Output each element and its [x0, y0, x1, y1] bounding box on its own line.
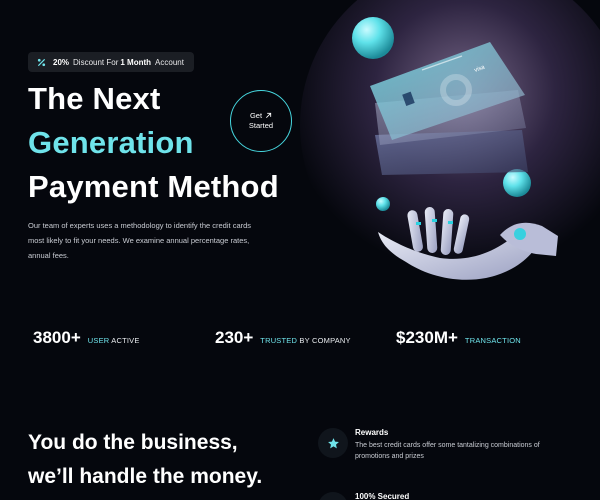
- star-icon: [318, 428, 348, 458]
- cta-label-line-2: Started: [248, 121, 274, 130]
- sphere-small: [376, 197, 390, 211]
- hero-description: Our team of experts uses a methodology t…: [28, 221, 252, 260]
- stat-value: 230+: [215, 328, 254, 347]
- percent-icon: [36, 57, 46, 67]
- badge-middle: Discount For: [73, 57, 119, 67]
- stat-trusted-company: 230+ TRUSTED BY COMPANY: [215, 328, 351, 348]
- stat-label-rest: BY COMPANY: [299, 336, 351, 345]
- sphere-top: [352, 17, 394, 59]
- get-started-button[interactable]: Get Started: [230, 90, 292, 152]
- feature-description: The best credit cards offer some tantali…: [355, 442, 540, 460]
- stat-value: $230M+: [396, 328, 458, 347]
- section-title-line-1: You do the business,: [28, 431, 238, 454]
- stat-label-highlight: TRANSACTION: [464, 336, 521, 345]
- feature-title: Rewards: [355, 428, 389, 437]
- badge-suffix: Account: [155, 57, 184, 67]
- section-title-line-2: we’ll handle the money.: [28, 465, 263, 488]
- hero-title-line-3: Payment Method: [28, 169, 279, 204]
- badge-period: 1 Month: [120, 57, 152, 67]
- stat-user-active: 3800+ USER ACTIVE: [33, 328, 140, 348]
- arrow-up-right-icon: [266, 113, 272, 119]
- stat-label: USER ACTIVE: [88, 336, 140, 345]
- discount-badge: 20% Discount For 1 Month Account: [28, 52, 194, 72]
- shield-icon: [318, 492, 348, 500]
- page: visa 20% Discount For 1 Month Account Th…: [0, 0, 600, 500]
- stat-transaction: $230M+ TRANSACTION: [396, 328, 521, 348]
- hero-title-line-2: Generation: [28, 125, 194, 160]
- stat-label-highlight: USER: [87, 336, 110, 345]
- stat-label: TRANSACTION: [465, 336, 521, 345]
- stat-value: 3800+: [33, 328, 81, 347]
- feature-title: 100% Secured: [355, 492, 410, 500]
- hero-title-line-1: The Next: [28, 81, 161, 116]
- stat-label-highlight: TRUSTED: [260, 336, 298, 345]
- hero-illustration: visa: [352, 17, 558, 280]
- feature-secured: 100% Secured: [318, 492, 409, 500]
- badge-percent: 20%: [53, 57, 70, 67]
- feature-rewards: Rewards The best credit cards offer some…: [318, 428, 565, 462]
- stat-label-rest: ACTIVE: [111, 336, 140, 345]
- sphere-right: [503, 169, 531, 197]
- cta-label-line-1: Get: [249, 110, 263, 120]
- stat-label: TRUSTED BY COMPANY: [260, 336, 350, 345]
